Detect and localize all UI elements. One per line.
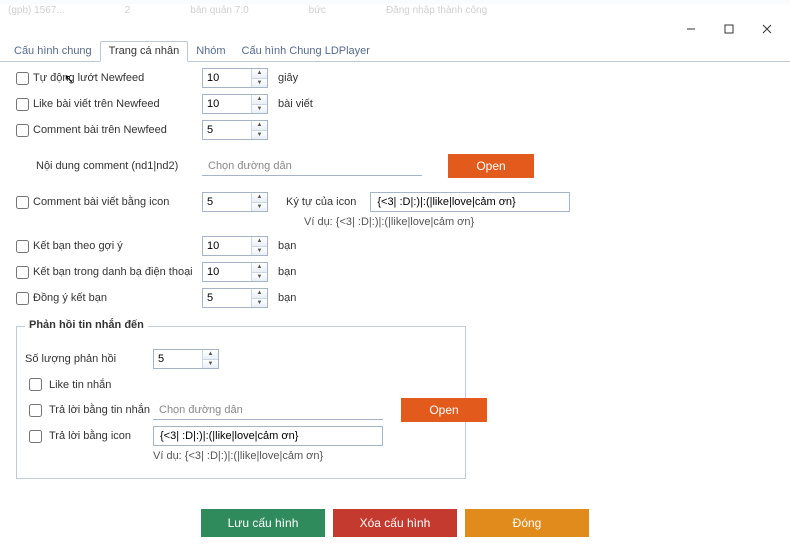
unit-friend-accept: bạn: [278, 292, 296, 304]
num-comment-post-count[interactable]: ▲▼: [202, 120, 268, 140]
lbl-like-message: Like tin nhắn: [49, 379, 111, 391]
input-icon-chars[interactable]: [370, 192, 570, 212]
maximize-button[interactable]: [710, 18, 748, 40]
num-like-post-count[interactable]: ▲▼: [202, 94, 268, 114]
chk-comment-post[interactable]: [16, 124, 29, 137]
close-button[interactable]: Đóng: [465, 509, 589, 537]
num-comment-icon-count[interactable]: ▲▼: [202, 192, 268, 212]
tab-ldplayer-config[interactable]: Cấu hình Chung LDPlayer: [234, 42, 378, 61]
window-statusbar: (gpb) 1567...2bản quản 7:0bứcĐăng nhập t…: [0, 4, 790, 18]
bottom-bar: Lưu cấu hình Xóa cấu hình Đóng: [0, 506, 790, 540]
num-friend-contacts[interactable]: ▲▼: [202, 262, 268, 282]
chk-friend-contacts[interactable]: [16, 266, 29, 279]
close-window-button[interactable]: [748, 18, 786, 40]
unit-seconds: giây: [278, 72, 298, 84]
lbl-comment-content: Nội dung comment (nd1|nd2): [36, 160, 178, 172]
group-title: Phản hồi tin nhắn đến: [25, 319, 148, 331]
chk-reply-message[interactable]: [29, 404, 42, 417]
chk-like-message[interactable]: [29, 378, 42, 391]
lbl-reply-count: Số lượng phản hồi: [25, 353, 116, 365]
chk-friend-accept[interactable]: [16, 292, 29, 305]
lbl-icon-chars: Ký tự của icon: [286, 196, 356, 208]
input-reply-message-path[interactable]: [153, 400, 383, 420]
num-auto-scroll-seconds[interactable]: ▲▼: [202, 68, 268, 88]
num-reply-count[interactable]: ▲▼: [153, 349, 219, 369]
lbl-reply-icon: Trả lời bằng icon: [49, 430, 131, 442]
spinner-up-icon[interactable]: ▲: [252, 69, 267, 78]
open-reply-path-button[interactable]: Open: [401, 398, 487, 422]
lbl-friend-accept: Đồng ý kết bạn: [33, 292, 107, 304]
unit-friend-contacts: bạn: [278, 266, 296, 278]
window-controls: [0, 18, 790, 40]
chk-like-post[interactable]: [16, 98, 29, 111]
lbl-comment-post: Comment bài trên Newfeed: [33, 124, 167, 136]
lbl-like-post: Like bài viết trên Newfeed: [33, 98, 160, 110]
unit-friend-suggest: bạn: [278, 240, 296, 252]
unit-posts: bài viết: [278, 98, 313, 110]
chk-friend-suggest[interactable]: [16, 240, 29, 253]
minimize-button[interactable]: [672, 18, 710, 40]
lbl-friend-contacts: Kết bạn trong danh bạ điện thoại: [33, 266, 193, 278]
tab-group[interactable]: Nhóm: [188, 42, 233, 61]
chk-reply-icon[interactable]: [29, 430, 42, 443]
tab-personal-page[interactable]: Trang cá nhân: [100, 41, 189, 62]
chk-comment-icon[interactable]: [16, 196, 29, 209]
tab-bar: Cấu hình chung Trang cá nhân Nhóm Cấu hì…: [0, 40, 790, 62]
num-friend-accept[interactable]: ▲▼: [202, 288, 268, 308]
lbl-friend-suggest: Kết bạn theo gợi ý: [33, 240, 123, 252]
lbl-reply-message: Trả lời bằng tin nhắn: [49, 404, 150, 416]
delete-config-button[interactable]: Xóa cấu hình: [333, 509, 457, 537]
chk-auto-scroll-newfeed[interactable]: [16, 72, 29, 85]
lbl-reply-icon-example: Ví dụ: {<3| :D|:)|:(|like|love|cảm ơn}: [153, 450, 323, 462]
lbl-icon-example: Ví dụ: {<3| :D|:)|:(|like|love|cảm ơn}: [304, 216, 474, 228]
panel-personal-page: Tự động lướt Newfeed ▲▼ giây Like bài vi…: [4, 62, 786, 498]
tab-general-config[interactable]: Cấu hình chung: [6, 42, 100, 61]
group-reply-incoming: Phản hồi tin nhắn đến Số lượng phản hồi …: [16, 326, 466, 479]
lbl-auto-scroll-newfeed: Tự động lướt Newfeed: [33, 72, 144, 84]
spinner-down-icon[interactable]: ▼: [252, 78, 267, 88]
num-friend-suggest[interactable]: ▲▼: [202, 236, 268, 256]
input-reply-icon[interactable]: [153, 426, 383, 446]
open-comment-path-button[interactable]: Open: [448, 154, 534, 178]
input-comment-content-path[interactable]: [202, 156, 422, 176]
save-config-button[interactable]: Lưu cấu hình: [201, 509, 325, 537]
lbl-comment-icon: Comment bài viết bằng icon: [33, 196, 169, 208]
